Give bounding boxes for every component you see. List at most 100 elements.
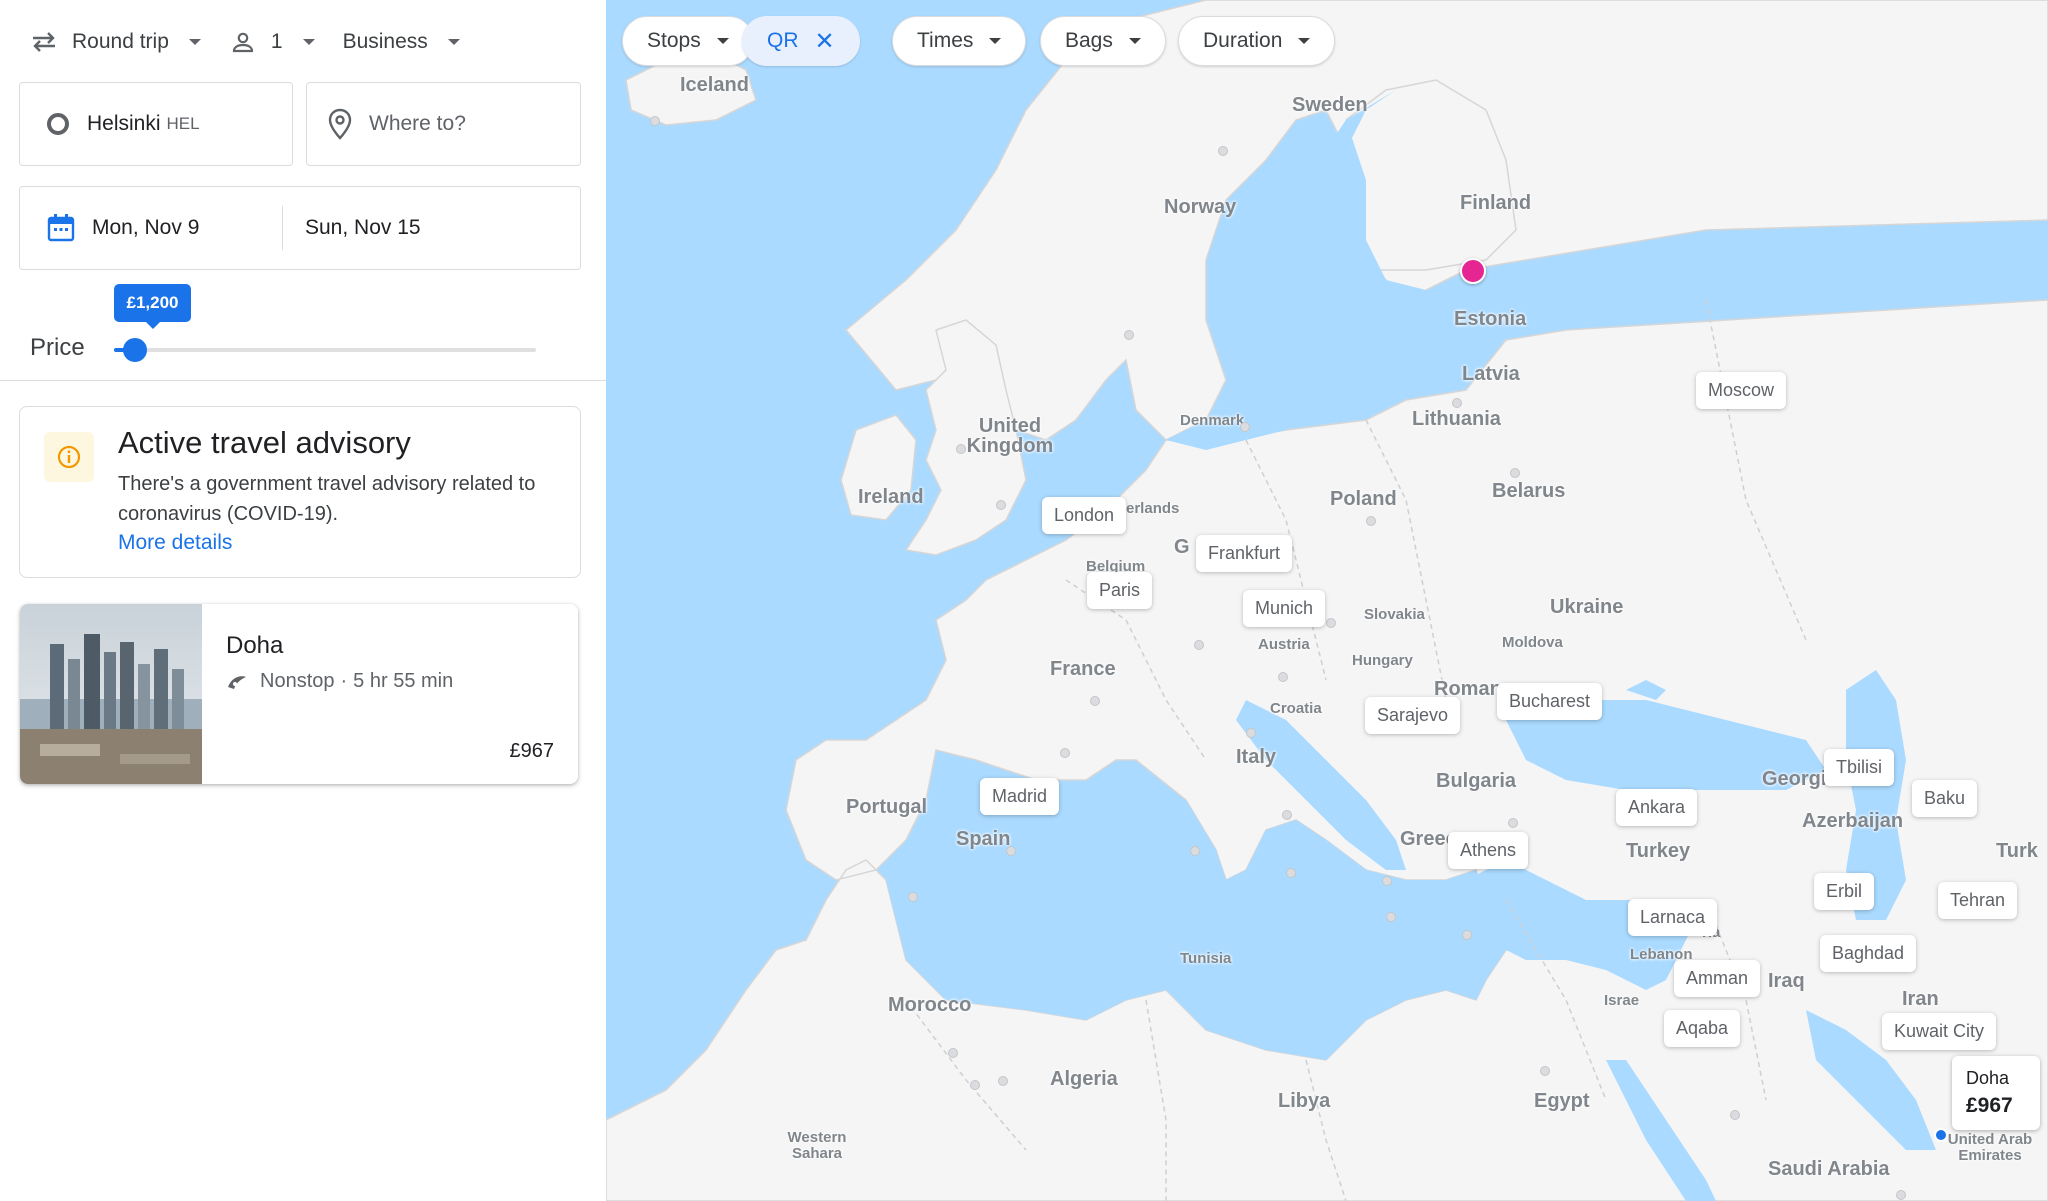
country-label: Bulgaria — [1436, 770, 1517, 792]
airport-dot[interactable] — [1510, 468, 1520, 478]
depart-date[interactable]: Mon, Nov 9 — [92, 216, 282, 240]
doha-skyline-image — [20, 604, 202, 784]
airport-dot[interactable] — [1366, 516, 1376, 526]
country-label: Iran — [1902, 988, 1939, 1010]
origin-pin[interactable] — [1460, 258, 1486, 284]
airport-dot[interactable] — [1278, 672, 1288, 682]
city-label-bucharest[interactable]: Bucharest — [1497, 683, 1603, 720]
airport-dot[interactable] — [1090, 696, 1100, 706]
airport-dot[interactable] — [1190, 846, 1200, 856]
country-label: Latvia — [1462, 363, 1520, 385]
airport-dot[interactable] — [1282, 810, 1292, 820]
country-label: Tunisia — [1180, 950, 1232, 967]
info-icon — [44, 432, 94, 482]
city-label-frankfurt[interactable]: Frankfurt — [1196, 535, 1293, 572]
country-label: Libya — [1278, 1090, 1331, 1112]
country-label: Morocco — [888, 994, 972, 1016]
city-label-madrid[interactable]: Madrid — [980, 778, 1060, 815]
dates-field[interactable]: Mon, Nov 9 Sun, Nov 15 — [19, 186, 581, 270]
city-label-athens[interactable]: Athens — [1448, 832, 1529, 869]
airport-dot[interactable] — [1386, 912, 1396, 922]
advisory-text: There's a government travel advisory rel… — [118, 473, 536, 525]
country-label: Western Sahara — [787, 1129, 847, 1162]
airport-dot[interactable] — [650, 116, 660, 126]
destination-map[interactable]: Stops QR ✕ Times Bags Duration Iceland Sw… — [606, 0, 2048, 1201]
country-label: Spain — [956, 828, 1011, 850]
airport-dot[interactable] — [1508, 818, 1518, 828]
calendar-icon — [46, 213, 76, 243]
country-label: Austria — [1258, 636, 1310, 653]
destination-placeholder: Where to? — [369, 112, 466, 135]
country-label: Saudi Arabia — [1768, 1158, 1890, 1180]
city-label-tehran[interactable]: Tehran — [1938, 882, 2018, 919]
section-divider — [0, 380, 606, 381]
round-trip-arrows-icon — [30, 28, 58, 56]
result-price: £967 — [509, 740, 555, 762]
destination-dot[interactable] — [1934, 1128, 1948, 1142]
city-label-munich[interactable]: Munich — [1243, 590, 1326, 627]
city-label-paris[interactable]: Paris — [1087, 572, 1153, 609]
country-label: Algeria — [1050, 1068, 1118, 1090]
airport-dot[interactable] — [1326, 618, 1336, 628]
city-label-erbil[interactable]: Erbil — [1814, 873, 1875, 910]
close-icon[interactable]: ✕ — [815, 27, 835, 56]
airport-dot[interactable] — [1124, 330, 1134, 340]
airport-dot[interactable] — [1218, 146, 1228, 156]
city-label-larnaca[interactable]: Larnaca — [1628, 899, 1718, 936]
airport-dot[interactable] — [948, 1048, 958, 1058]
destination-price-marker[interactable]: Doha £967 — [1952, 1056, 2040, 1130]
city-label-amman[interactable]: Amman — [1674, 960, 1761, 997]
airport-dot[interactable] — [1060, 748, 1070, 758]
airport-dot[interactable] — [1730, 1110, 1740, 1120]
airport-dot[interactable] — [996, 500, 1006, 510]
airport-dot[interactable] — [1194, 640, 1204, 650]
origin-field[interactable]: Helsinki HEL — [19, 82, 293, 166]
airport-dot[interactable] — [1006, 846, 1016, 856]
city-label-aqaba[interactable]: Aqaba — [1664, 1010, 1741, 1047]
country-label: Slovakia — [1364, 606, 1425, 623]
city-label-baku[interactable]: Baku — [1912, 780, 1978, 817]
bags-filter-chip[interactable]: Bags — [1040, 16, 1166, 66]
cabin-class-select[interactable]: Business — [343, 30, 460, 54]
airport-dot[interactable] — [1452, 398, 1462, 408]
chevron-down-icon — [302, 39, 315, 45]
airport-dot[interactable] — [970, 1080, 980, 1090]
times-filter-label: Times — [917, 29, 974, 52]
airport-dot[interactable] — [1382, 876, 1392, 886]
passengers-select[interactable]: 1 — [229, 28, 315, 56]
airport-dot[interactable] — [1462, 930, 1472, 940]
airline-filter-chip[interactable]: QR ✕ — [742, 16, 860, 66]
city-label-sarajevo[interactable]: Sarajevo — [1365, 697, 1461, 734]
airport-dot[interactable] — [1540, 1066, 1550, 1076]
more-details-link[interactable]: More details — [118, 531, 232, 555]
airport-dot[interactable] — [956, 444, 966, 454]
airport-dot[interactable] — [1246, 728, 1256, 738]
airline-filter-label: QR — [767, 29, 799, 52]
country-label: Ireland — [858, 486, 924, 508]
airport-dot[interactable] — [1240, 422, 1250, 432]
airport-dot[interactable] — [908, 892, 918, 902]
return-date[interactable]: Sun, Nov 15 — [305, 216, 421, 240]
country-label: Norway — [1164, 196, 1237, 218]
destination-field[interactable]: Where to? — [306, 82, 581, 166]
airport-dot[interactable] — [1896, 1190, 1906, 1200]
duration-filter-label: Duration — [1203, 29, 1283, 52]
stops-filter-chip[interactable]: Stops — [622, 16, 754, 66]
city-label-kuwait-city[interactable]: Kuwait City — [1882, 1013, 1997, 1050]
bags-filter-label: Bags — [1065, 29, 1113, 52]
city-label-tbilisi[interactable]: Tbilisi — [1824, 749, 1895, 786]
city-label-baghdad[interactable]: Baghdad — [1820, 935, 1917, 972]
city-label-moscow[interactable]: Moscow — [1696, 372, 1787, 409]
price-slider-track[interactable] — [114, 348, 536, 352]
destination-result-card[interactable]: Doha Nonstop · 5 hr 55 min £967 — [20, 604, 578, 784]
country-label: Iceland — [680, 74, 749, 96]
duration-filter-chip[interactable]: Duration — [1178, 16, 1336, 66]
price-slider-thumb[interactable] — [123, 338, 148, 362]
times-filter-chip[interactable]: Times — [892, 16, 1027, 66]
airport-dot[interactable] — [1286, 868, 1296, 878]
city-label-london[interactable]: London — [1042, 497, 1127, 534]
trip-type-select[interactable]: Round trip — [30, 28, 201, 56]
city-label-ankara[interactable]: Ankara — [1616, 789, 1698, 826]
country-label: Ukraine — [1550, 596, 1624, 618]
airport-dot[interactable] — [998, 1076, 1008, 1086]
